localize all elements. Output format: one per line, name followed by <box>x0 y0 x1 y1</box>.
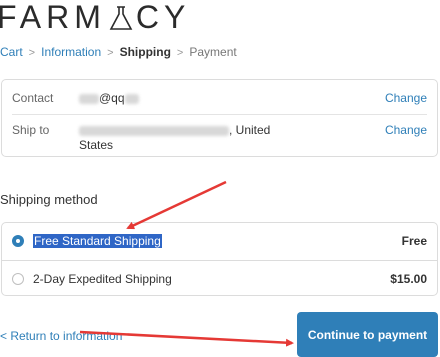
redacted-text <box>79 125 229 136</box>
breadcrumb: Cart > Information > Shipping > Payment <box>0 44 237 61</box>
radio-selected-icon[interactable] <box>12 235 24 247</box>
contact-value-text: @qq <box>99 91 125 105</box>
ship-to-value-line1: , United <box>229 123 271 137</box>
breadcrumb-payment: Payment <box>189 45 237 59</box>
shipping-option-free-standard[interactable]: Free Standard Shipping Free <box>2 223 437 259</box>
contact-label: Contact <box>12 91 54 105</box>
breadcrumb-shipping: Shipping <box>119 45 171 59</box>
radio-unselected-icon[interactable] <box>12 273 24 285</box>
breadcrumb-separator: > <box>107 47 114 59</box>
breadcrumb-separator: > <box>176 47 184 59</box>
logo-text-end: CY <box>135 0 191 35</box>
farmacy-logo[interactable]: FARM CY <box>0 0 190 34</box>
breadcrumb-separator: > <box>28 47 36 59</box>
ship-to-label: Ship to <box>12 123 50 137</box>
continue-to-payment-button[interactable]: Continue to payment <box>297 312 438 357</box>
change-address-link[interactable]: Change <box>385 123 427 138</box>
logo-text-start: FARM <box>0 0 106 35</box>
redacted-text <box>79 93 99 104</box>
contact-value: @qq <box>79 91 139 106</box>
flask-icon <box>109 6 133 30</box>
change-contact-link[interactable]: Change <box>385 91 427 106</box>
breadcrumb-cart[interactable]: Cart <box>0 45 23 59</box>
redacted-text <box>124 93 139 104</box>
shipping-option-name: 2-Day Expedited Shipping <box>33 272 172 286</box>
return-to-information-link[interactable]: < Return to information <box>0 329 122 343</box>
shipping-methods-box: Free Standard Shipping Free 2-Day Expedi… <box>1 222 438 296</box>
ship-to-value: , United States <box>79 123 270 153</box>
shipping-option-price: $15.00 <box>390 272 427 286</box>
shipping-method-title: Shipping method <box>0 192 98 207</box>
ship-to-value-line2: States <box>79 138 114 152</box>
shipping-option-2day-expedited[interactable]: 2-Day Expedited Shipping $15.00 <box>2 260 437 296</box>
shipping-option-price: Free <box>401 234 427 248</box>
breadcrumb-information[interactable]: Information <box>41 45 101 59</box>
order-review-box: Contact @qq Change Ship to , United Stat… <box>1 79 438 157</box>
shipping-option-name: Free Standard Shipping <box>33 234 162 248</box>
row-divider <box>12 114 427 115</box>
